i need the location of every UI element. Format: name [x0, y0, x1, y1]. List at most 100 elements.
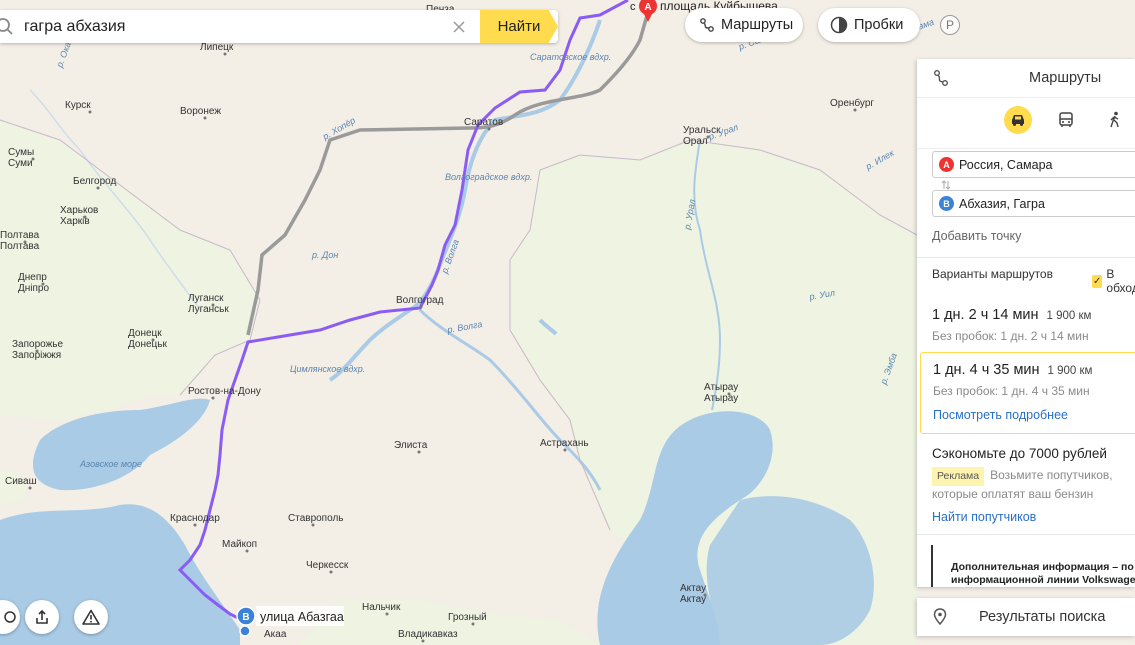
city-label[interactable]: Луганск: [188, 293, 224, 304]
search-bar: гагра абхазия Найти: [0, 10, 558, 43]
info-bar: [931, 545, 933, 587]
search-icon: [0, 17, 13, 35]
city-label[interactable]: Воронеж: [180, 106, 221, 117]
route-from-field[interactable]: A Россия, Самара: [932, 151, 1135, 178]
route-no-traffic: Без пробок: 1 дн. 2 ч 14 мин: [932, 329, 1089, 343]
route-icon: [934, 70, 948, 86]
promo-block: Сэкономьте до 7000 рублей Реклама Возьмит…: [932, 446, 1132, 524]
city-label[interactable]: Актау: [680, 583, 706, 594]
avoid-checkbox-label: В обход: [1106, 267, 1135, 295]
city-label[interactable]: Грозный: [448, 612, 487, 623]
route-time: 1 дн. 2 ч 14 мин: [932, 307, 1039, 323]
routes-button-label: Маршруты: [721, 17, 794, 33]
add-point-link[interactable]: Добавить точку: [932, 229, 1021, 243]
routes-button[interactable]: Маршруты: [685, 8, 803, 42]
route-to-field[interactable]: B Абхазия, Гагра: [932, 190, 1135, 217]
route-no-traffic: Без пробок: 1 дн. 4 ч 35 мин: [933, 384, 1090, 398]
city-label[interactable]: Запорожье: [12, 339, 63, 350]
city-label[interactable]: Краснодар: [170, 513, 220, 524]
search-results-label: Результаты поиска: [979, 609, 1106, 625]
city-label-alt: Дніпро: [18, 283, 49, 294]
city-label[interactable]: Ростов-на-Дону: [188, 386, 261, 397]
city-label[interactable]: Сумы: [8, 147, 34, 158]
city-label[interactable]: Волгоград: [396, 295, 444, 306]
divider: [917, 257, 1135, 258]
mode-car-button[interactable]: [1004, 106, 1032, 134]
point-a-partial: с: [630, 1, 636, 13]
car-icon: [1012, 115, 1024, 126]
find-passengers-link[interactable]: Найти попутчиков: [932, 510, 1132, 524]
city-label[interactable]: Оренбург: [830, 97, 874, 109]
city-label[interactable]: Владикавказ: [398, 629, 458, 640]
warning-icon: [82, 609, 100, 625]
route-option-1[interactable]: 1 дн. 2 ч 14 мин 1 900 км Без пробок: 1 д…: [920, 298, 1135, 351]
city-label[interactable]: Липецк: [200, 42, 234, 53]
checkmark-icon: ✓: [1092, 274, 1103, 288]
avoid-checkbox[interactable]: ✓ В обход: [1092, 267, 1135, 295]
search-results-bar[interactable]: Результаты поиска: [917, 598, 1135, 636]
city-label[interactable]: Астрахань: [540, 438, 589, 449]
city-label-alt: Орал: [683, 136, 708, 147]
walk-icon[interactable]: [1108, 111, 1122, 129]
route-from-value: Россия, Самара: [959, 157, 1053, 172]
traffic-button[interactable]: Пробки: [818, 8, 920, 42]
point-a-icon: A: [939, 157, 954, 172]
city-label-alt: Полтава: [0, 241, 40, 252]
city-label-alt: Запоріжжя: [12, 350, 61, 361]
point-b-letter: B: [242, 612, 249, 623]
route-to-value: Абхазия, Гагра: [959, 196, 1045, 211]
search-input[interactable]: гагра абхазия: [24, 18, 452, 36]
point-b-icon: B: [939, 196, 954, 211]
route-details-link[interactable]: Посмотреть подробнее: [933, 408, 1129, 422]
point-b-sub: Акаа: [264, 629, 287, 640]
share-button[interactable]: [25, 600, 59, 634]
city-label[interactable]: Курск: [65, 100, 91, 111]
point-a-letter: A: [644, 2, 651, 13]
water-label: р. Дон: [311, 250, 338, 260]
share-icon: [36, 609, 48, 624]
bus-icon[interactable]: [1058, 112, 1074, 128]
water-label: Саратовское вдхр.: [530, 52, 611, 62]
swap-icon[interactable]: [941, 180, 951, 190]
traffic-icon: [830, 16, 848, 34]
city-label[interactable]: Майкоп: [222, 539, 257, 550]
city-label[interactable]: Ставрополь: [288, 513, 344, 524]
city-label[interactable]: Белгород: [73, 176, 117, 187]
city-label[interactable]: Нальчик: [362, 602, 401, 613]
clear-icon[interactable]: [452, 20, 466, 34]
route-distance: 1 900 км: [1046, 310, 1092, 322]
city-label[interactable]: Черкесск: [306, 560, 349, 571]
city-label[interactable]: Сиваш: [5, 476, 37, 487]
route-time: 1 дн. 4 ч 35 мин: [933, 362, 1040, 378]
city-label-alt: Харків: [60, 216, 90, 227]
water-label: Азовское море: [79, 459, 142, 469]
route-icon: [700, 18, 714, 32]
city-label[interactable]: Саратов: [464, 117, 503, 128]
info-line-2: информационной линии Volkswagen: [951, 574, 1135, 586]
parking-button[interactable]: P: [940, 15, 960, 35]
panel-header: Маршруты: [917, 59, 1135, 98]
water-label: Волгоградское вдхр.: [445, 172, 532, 182]
city-label[interactable]: Полтава: [0, 230, 40, 241]
find-button[interactable]: Найти: [480, 10, 558, 43]
routes-panel: Маршруты A Россия, Самара B Абхазия, Гаг…: [917, 59, 1135, 587]
ad-badge: Реклама: [932, 467, 985, 486]
transport-modes: [917, 98, 1135, 149]
promo-title: Сэкономьте до 7000 рублей: [932, 446, 1107, 461]
route-option-2[interactable]: 1 дн. 4 ч 35 мин 1 900 км Без пробок: 1 д…: [920, 352, 1135, 434]
traffic-button-label: Пробки: [854, 17, 904, 33]
city-label[interactable]: Элиста: [394, 440, 428, 451]
pin-icon: [933, 608, 947, 626]
city-label[interactable]: Атырау: [704, 382, 738, 393]
info-line-1: Дополнительная информация – по те: [951, 561, 1135, 573]
city-label[interactable]: Харьков: [60, 205, 98, 216]
city-label[interactable]: Донецк: [128, 328, 162, 339]
report-button[interactable]: [74, 600, 108, 634]
city-label[interactable]: Днепр: [18, 272, 47, 283]
route-distance: 1 900 км: [1047, 365, 1093, 377]
city-label-alt: Луганськ: [188, 304, 229, 315]
divider: [917, 534, 1135, 535]
city-label-alt: Донецьк: [128, 339, 167, 350]
variants-label: Варианты маршрутов: [932, 267, 1053, 281]
city-label-alt: Атырау: [704, 393, 738, 404]
